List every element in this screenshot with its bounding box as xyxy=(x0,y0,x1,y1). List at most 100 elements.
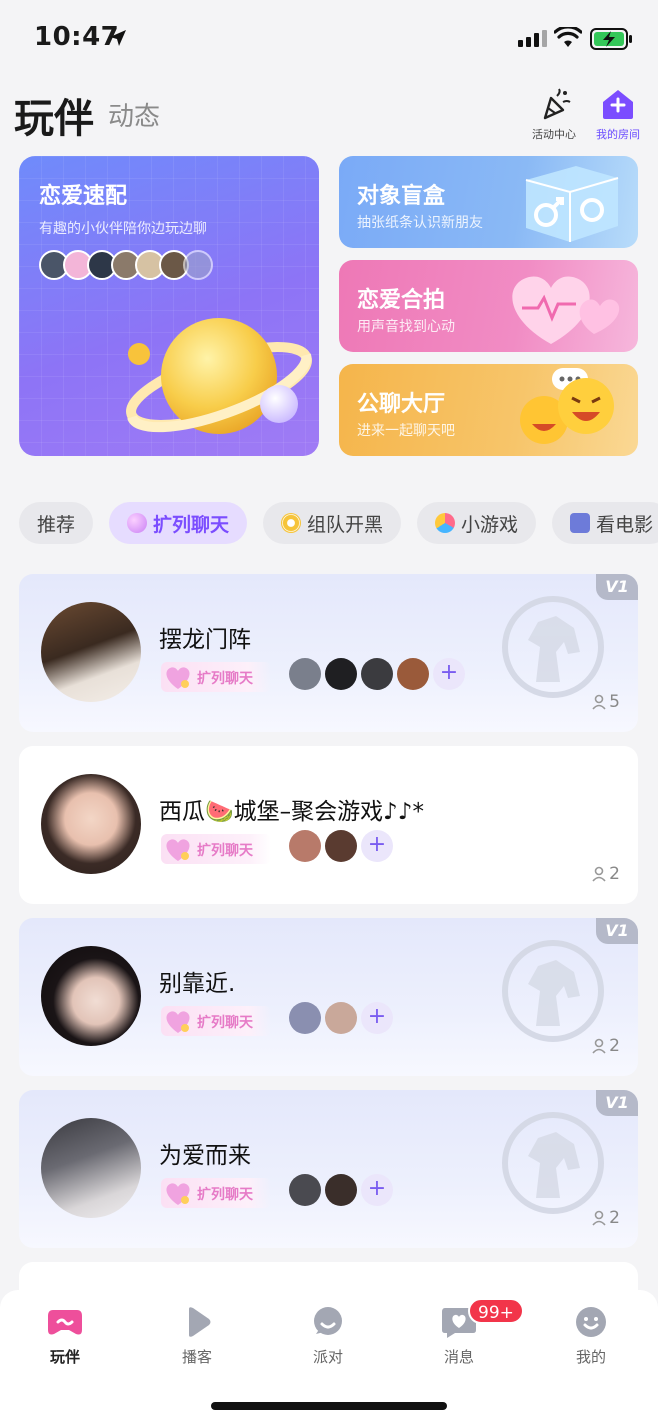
my-room-button[interactable]: 我的房间 xyxy=(588,88,648,142)
heart-badge-icon xyxy=(166,667,190,689)
tab-chat-label: 扩列聊天 xyxy=(153,513,230,536)
blind-box-title: 对象盲盒 xyxy=(357,184,446,209)
blind-box-desc: 抽张纸条认识新朋友 xyxy=(357,215,483,231)
gender-cube-icon xyxy=(525,166,619,242)
tab-movie-label: 看电影 xyxy=(596,513,654,536)
target-icon xyxy=(281,513,302,533)
page-title[interactable]: 玩伴 xyxy=(14,86,94,144)
film-icon xyxy=(570,513,591,533)
room-card[interactable]: V1 摆龙门阵 扩列聊天 + 5 xyxy=(19,574,638,732)
category-tabs: 推荐 扩列聊天 组队开黑 小游戏 看电影 xyxy=(19,502,658,544)
home-plus-icon xyxy=(603,90,633,119)
wifi-icon xyxy=(554,27,582,47)
member-avatar xyxy=(325,658,357,690)
tab-recommend[interactable]: 推荐 xyxy=(19,502,94,544)
nav-profile-label: 我的 xyxy=(575,1348,606,1366)
smiley-icon xyxy=(576,1307,606,1337)
public-hall-card[interactable]: 公聊大厅 进来一起聊天吧 xyxy=(339,364,638,456)
nav-podcast[interactable]: 播客 xyxy=(157,1306,237,1367)
horse-emblem-icon xyxy=(502,596,604,698)
heart-chat-icon xyxy=(127,513,148,533)
vip-badge: V1 xyxy=(596,574,638,600)
online-avatars xyxy=(39,250,213,280)
tab-movie[interactable]: 看电影 xyxy=(552,502,658,544)
room-tag-label: 扩列聊天 xyxy=(197,843,253,859)
room-tag-label: 扩列聊天 xyxy=(197,1015,253,1031)
tab-mini-game[interactable]: 小游戏 xyxy=(417,502,537,544)
tab-dynamics[interactable]: 动态 xyxy=(108,96,160,133)
member-avatar xyxy=(289,658,321,690)
blind-box-card[interactable]: 对象盲盒 抽张纸条认识新朋友 xyxy=(339,156,638,248)
member-avatars: + xyxy=(289,1002,393,1034)
horse-emblem-icon xyxy=(502,940,604,1042)
member-count: 5 xyxy=(592,692,620,712)
member-count: 2 xyxy=(592,864,620,884)
vip-badge: V1 xyxy=(596,918,638,944)
public-hall-title: 公聊大厅 xyxy=(357,392,446,417)
person-icon xyxy=(592,694,606,710)
room-cover xyxy=(41,1118,141,1218)
love-match-title: 恋爱速配 xyxy=(39,184,128,209)
member-count-value: 5 xyxy=(609,692,620,712)
love-duet-title: 恋爱合拍 xyxy=(357,288,446,313)
cellular-signal-icon xyxy=(518,30,547,47)
member-count: 2 xyxy=(592,1036,620,1056)
member-avatars: + xyxy=(289,658,465,690)
chat-bubble-icon xyxy=(314,1307,342,1335)
activity-center-button[interactable]: 活动中心 xyxy=(524,88,584,142)
nav-profile[interactable]: 我的 xyxy=(551,1306,631,1367)
love-match-card[interactable]: 恋爱速配 有趣的小伙伴陪你边玩边聊 xyxy=(19,156,319,456)
member-avatar xyxy=(289,830,321,862)
planet-illustration xyxy=(126,318,312,434)
horse-emblem-icon xyxy=(502,1112,604,1214)
love-duet-card[interactable]: 恋爱合拍 用声音找到心动 xyxy=(339,260,638,352)
room-tag: 扩列聊天 xyxy=(161,1178,271,1208)
room-name: 摆龙门阵 xyxy=(159,627,251,653)
tab-chat[interactable]: 扩列聊天 xyxy=(109,502,248,544)
member-count: 2 xyxy=(592,1208,620,1228)
room-name: 西瓜🍉城堡–聚会游戏♪♪* xyxy=(159,799,424,825)
add-member-button[interactable]: + xyxy=(433,658,465,690)
location-arrow-icon xyxy=(110,30,126,46)
room-card[interactable]: V1 为爱而来 扩列聊天 + 2 xyxy=(19,1090,638,1248)
nav-messages-label: 消息 xyxy=(443,1348,474,1366)
member-avatar xyxy=(325,1002,357,1034)
nav-companion[interactable]: 玩伴 xyxy=(25,1306,105,1367)
room-name: 为爱而来 xyxy=(159,1143,251,1169)
person-icon xyxy=(592,1038,606,1054)
activity-center-label: 活动中心 xyxy=(532,128,576,141)
member-avatar xyxy=(325,830,357,862)
avatar xyxy=(183,250,213,280)
add-member-button[interactable]: + xyxy=(361,830,393,862)
room-card[interactable]: 西瓜🍉城堡–聚会游戏♪♪* 扩列聊天 + 2 xyxy=(19,746,638,904)
tab-mini-game-label: 小游戏 xyxy=(461,513,519,536)
room-tag-label: 扩列聊天 xyxy=(197,1187,253,1203)
member-avatars: + xyxy=(289,1174,393,1206)
vip-badge: V1 xyxy=(596,1090,638,1116)
love-duet-desc: 用声音找到心动 xyxy=(357,319,455,335)
member-avatar xyxy=(361,658,393,690)
member-count-value: 2 xyxy=(609,1036,620,1056)
room-tag: 扩列聊天 xyxy=(161,662,271,692)
add-member-button[interactable]: + xyxy=(361,1002,393,1034)
status-time: 10:47 xyxy=(34,22,120,52)
battery-charging-icon xyxy=(590,28,632,50)
nav-companion-label: 玩伴 xyxy=(49,1348,80,1366)
laughing-emoji-icon xyxy=(520,368,614,444)
public-hall-desc: 进来一起聊天吧 xyxy=(357,423,455,439)
room-card[interactable]: V1 别靠近. 扩列聊天 + 2 xyxy=(19,918,638,1076)
nav-party-label: 派对 xyxy=(312,1348,343,1366)
nav-party[interactable]: 派对 xyxy=(288,1306,368,1367)
room-cover xyxy=(41,774,141,874)
room-cover xyxy=(41,602,141,702)
status-bar: 10:47 xyxy=(0,0,658,78)
member-count-value: 2 xyxy=(609,1208,620,1228)
play-icon xyxy=(189,1307,211,1337)
heart-pulse-icon xyxy=(512,276,620,344)
heart-badge-icon xyxy=(166,839,190,861)
member-count-value: 2 xyxy=(609,864,620,884)
add-member-button[interactable]: + xyxy=(361,1174,393,1206)
nav-podcast-label: 播客 xyxy=(181,1348,212,1366)
tab-team-game[interactable]: 组队开黑 xyxy=(263,502,402,544)
game-balls-icon xyxy=(435,513,456,533)
